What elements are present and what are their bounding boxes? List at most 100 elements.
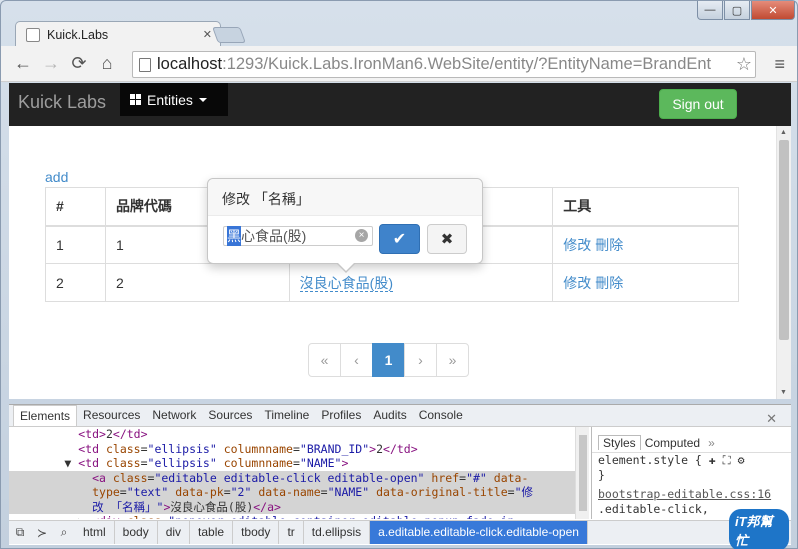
entities-label: Entities [147,91,193,108]
minimize-button[interactable]: — [697,1,723,20]
stylesheet-link[interactable]: bootstrap-editable.css:16 [592,487,791,502]
menu-hamburger-icon[interactable]: ≡ [774,54,785,75]
dom-line[interactable]: ▶ <div class="popover editable-container… [9,514,583,519]
styles-tabs: Styles Computed » [592,433,791,453]
cell-name: 沒良心食品(股) [288,263,554,302]
crumb-tbody[interactable]: tbody [233,521,280,544]
brand-link[interactable]: Kuick Labs [18,92,106,113]
caret-down-icon [198,97,207,102]
editable-name-link[interactable]: 沒良心食品(股) [299,274,393,292]
table-row: 2 2 沒良心食品(股) 修改 刪除 [45,263,739,302]
page-favicon-icon [26,27,40,42]
dom-scroll-thumb[interactable] [579,435,587,511]
cell-tools: 修改 刪除 [552,225,739,264]
tab-audits[interactable]: Audits [367,405,412,426]
styles-pane: Styles Computed » element.style { ✚ ⛶ ⚙ … [591,427,791,519]
crumb-tr[interactable]: tr [279,521,304,544]
popover-body: 黑心食品(股) × ✔ ✖ [208,216,482,264]
tab-title: Kuick.Labs [47,27,109,42]
dom-line[interactable]: ▼ <td class="ellipsis" columnname="NAME"… [9,456,583,471]
pager-prev[interactable]: ‹ [340,343,373,377]
forward-arrow-icon[interactable]: → [37,53,65,74]
dom-tree[interactable]: <td>2</td> <td class="ellipsis" columnna… [9,427,583,519]
devtools-tabs: Elements Resources Network Sources Timel… [9,405,791,427]
tab-computed[interactable]: Computed [641,436,704,450]
cancel-button[interactable]: ✖ [427,224,467,254]
grid-icon [130,94,141,105]
crumb-td[interactable]: td.ellipsis [304,521,371,544]
tab-profiles[interactable]: Profiles [315,405,367,426]
edit-link[interactable]: 修改 [563,237,591,253]
scroll-down-icon[interactable]: ▼ [780,389,787,396]
tab-elements[interactable]: Elements [13,405,78,426]
pager-last[interactable]: » [436,343,469,377]
maximize-button[interactable]: ▢ [724,1,750,20]
browser-toolbar: ← → ⟳ ⌂ localhost:1293/Kuick.Labs.IronMa… [1,46,797,82]
header-num: # [45,187,106,227]
confirm-button[interactable]: ✔ [379,224,420,254]
crumb-a-selected[interactable]: a.editable.editable-click.editable-open [370,521,588,544]
dom-line[interactable]: <td>2</td> [9,427,583,442]
tab-network[interactable]: Network [146,405,202,426]
tab-close-icon[interactable]: ✕ [203,28,212,41]
url-text[interactable]: localhost:1293/Kuick.Labs.IronMan6.WebSi… [157,55,733,74]
element-style-open: element.style { [598,453,702,467]
pager-first[interactable]: « [308,343,341,377]
delete-link[interactable]: 刪除 [595,237,623,253]
tab-console[interactable]: Console [413,405,469,426]
bookmark-star-icon[interactable]: ☆ [733,54,755,75]
entities-dropdown[interactable]: Entities [120,83,228,116]
page-icon [139,57,151,72]
style-rule: element.style { ✚ ⛶ ⚙ [592,453,791,468]
crumb-html[interactable]: html [75,521,115,544]
browser-tab[interactable]: Kuick.Labs ✕ [15,21,221,47]
search-icon[interactable]: ⌕ [53,525,75,540]
watermark-logo: iT邦幫忙 [729,509,789,549]
tab-sources[interactable]: Sources [202,405,258,426]
url-path: :1293/Kuick.Labs.IronMan6.WebSite/entity… [222,55,712,73]
window-controls: — ▢ ✕ [697,1,795,20]
pager-next[interactable]: › [404,343,437,377]
url-host: localhost [157,55,223,73]
devtools-close-icon[interactable]: ✕ [760,408,783,429]
cell-tools: 修改 刪除 [552,263,739,302]
reload-icon[interactable]: ⟳ [65,53,93,74]
address-bar[interactable]: localhost:1293/Kuick.Labs.IronMan6.WebSi… [132,51,756,78]
cell-code: 2 [104,263,290,302]
name-input[interactable]: 黑心食品(股) × [223,226,373,246]
styles-more-icon[interactable]: » [704,436,719,450]
console-drawer-icon[interactable]: ≻ [31,526,53,540]
scroll-thumb[interactable] [779,140,789,340]
edit-name-popover: 修改 「名稱」 黑心食品(股) × ✔ ✖ [207,178,483,273]
page-scrollbar[interactable]: ▲ ▼ [776,126,791,399]
input-selected-text: 黑 [227,226,241,246]
page-viewport: Kuick Labs Entities Sign out add # 品牌代碼 … [9,83,791,399]
dom-line[interactable]: <td class="ellipsis" columnname="BRAND_I… [9,442,583,457]
dom-scrollbar[interactable] [575,427,589,519]
add-link[interactable]: add [45,169,68,185]
tab-timeline[interactable]: Timeline [258,405,315,426]
home-icon[interactable]: ⌂ [93,53,121,74]
add-rule-icon[interactable]: ✚ ⛶ ⚙ [709,453,745,467]
tab-resources[interactable]: Resources [77,405,146,426]
dock-icon[interactable]: ⧉ [9,525,31,540]
crumb-body[interactable]: body [115,521,158,544]
scroll-up-icon[interactable]: ▲ [780,129,787,136]
close-window-button[interactable]: ✕ [751,1,795,20]
pager-page-1[interactable]: 1 [372,343,405,377]
delete-link[interactable]: 刪除 [595,275,623,291]
edit-link[interactable]: 修改 [563,275,591,291]
clear-input-icon[interactable]: × [355,229,368,242]
dom-line-selected[interactable]: 改 「名稱」">沒良心食品(股)</a> [9,499,583,514]
pagination: « ‹ 1 › » [308,343,469,377]
dom-line-selected[interactable]: <a class="editable editable-click editab… [9,470,583,485]
tab-styles[interactable]: Styles [598,435,641,450]
signout-button[interactable]: Sign out [659,89,737,119]
crumb-table[interactable]: table [190,521,234,544]
tab-strip: Kuick.Labs ✕ — ▢ ✕ [1,1,798,47]
crumb-div[interactable]: div [158,521,191,544]
back-arrow-icon[interactable]: ← [9,53,37,74]
cell-num: 2 [45,263,106,302]
dom-line-selected[interactable]: type="text" data-pk="2" data-name="NAME"… [9,485,583,500]
new-tab-button[interactable] [212,27,246,43]
